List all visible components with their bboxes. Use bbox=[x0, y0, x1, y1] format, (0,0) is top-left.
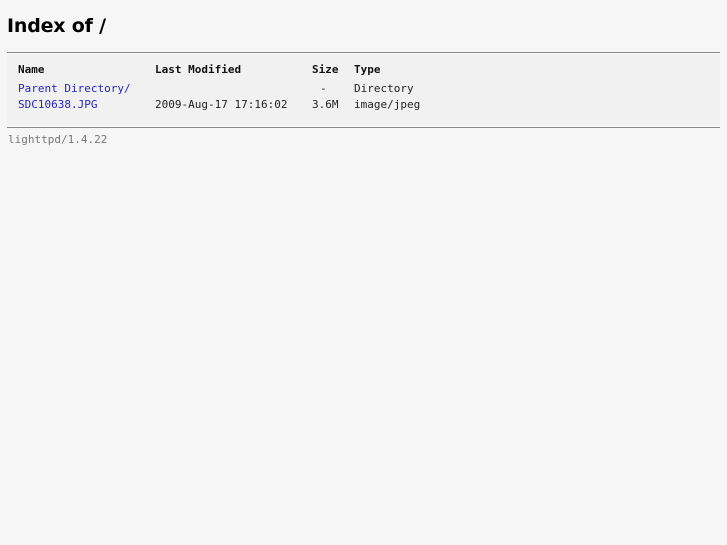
row-type: Directory bbox=[354, 82, 414, 95]
server-signature: lighttpd/1.4.22 bbox=[8, 133, 108, 146]
column-header-type[interactable]: Type bbox=[354, 63, 381, 77]
row-size: 3.6M bbox=[312, 98, 339, 111]
row-type: image/jpeg bbox=[354, 98, 421, 111]
page-title: Index of / bbox=[7, 15, 106, 37]
bottom-divider bbox=[7, 127, 720, 128]
row-last-modified: 2009-Aug-17 17:16:02 bbox=[155, 98, 288, 111]
directory-listing-table: Name Last Modified Size Type Parent Dire… bbox=[7, 55, 720, 125]
column-header-name[interactable]: Name bbox=[18, 63, 45, 77]
row-size: - bbox=[320, 82, 327, 95]
column-header-size[interactable]: Size bbox=[312, 63, 339, 77]
top-divider bbox=[7, 52, 720, 53]
parent-directory-link[interactable]: Parent Directory/ bbox=[18, 82, 131, 96]
column-header-last-modified[interactable]: Last Modified bbox=[155, 63, 241, 77]
file-link[interactable]: SDC10638.JPG bbox=[18, 98, 97, 112]
